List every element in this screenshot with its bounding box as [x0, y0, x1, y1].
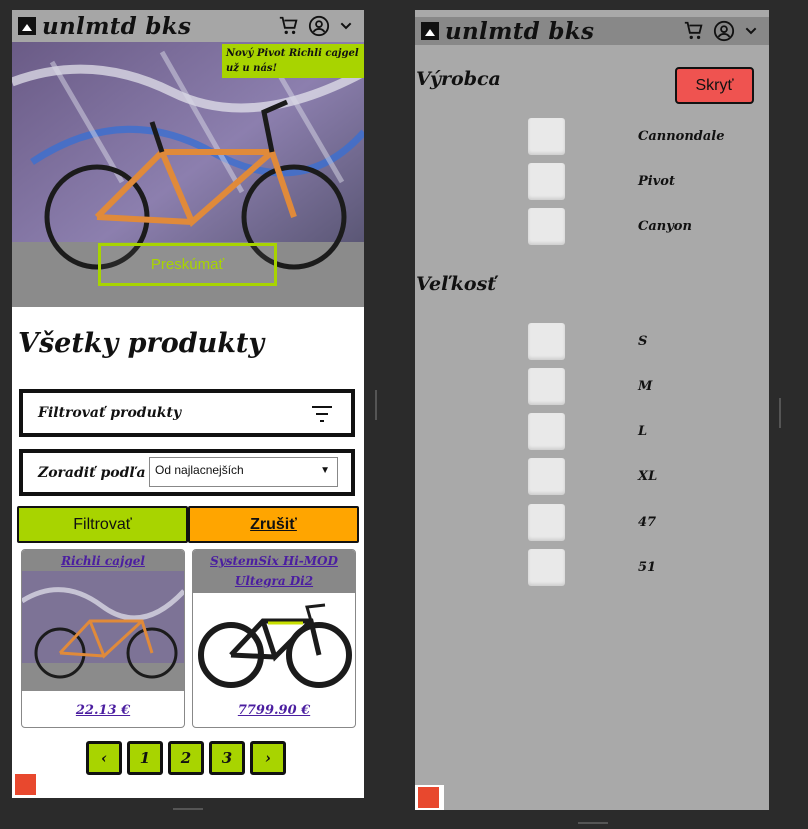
- dropdown-caret-icon: ▼: [320, 465, 330, 476]
- option-label: Pivot: [638, 174, 675, 189]
- logo-icon[interactable]: [421, 22, 439, 40]
- product-title[interactable]: Richli cajgel: [22, 550, 184, 571]
- header: unlmtd bks: [415, 17, 769, 45]
- product-card[interactable]: SystemSix Hi-MOD Ultegra Di2 7799.90 €: [192, 549, 356, 728]
- filter-panel: unlmtd bks Výrobca Skryť Cannondale Pivo…: [415, 10, 769, 810]
- product-image[interactable]: [22, 571, 184, 691]
- chevron-down-icon[interactable]: [743, 23, 759, 39]
- pagination-prev[interactable]: ‹: [86, 741, 122, 775]
- chevron-down-icon[interactable]: [338, 18, 354, 34]
- manufacturer-heading: Výrobca: [416, 68, 501, 90]
- browser-extension-icon[interactable]: [12, 772, 41, 798]
- product-title[interactable]: SystemSix Hi-MOD Ultegra Di2: [193, 550, 355, 593]
- product-card[interactable]: Richli cajgel 22.13 €: [21, 549, 185, 728]
- left-panel: unlmtd bks Nový Pivot Richli cajgel už u…: [12, 10, 364, 798]
- checkbox-size-xl[interactable]: [528, 458, 565, 495]
- sort-box: Zoradiť podľa Od najlacnejších ▼: [19, 449, 355, 496]
- brand-name[interactable]: unlmtd bks: [42, 13, 191, 40]
- size-heading: Veľkosť: [416, 273, 497, 295]
- pagination-page-1[interactable]: 1: [127, 741, 163, 775]
- checkbox-size-l[interactable]: [528, 413, 565, 450]
- option-label: XL: [638, 469, 658, 484]
- pagination-page-3[interactable]: 3: [209, 741, 245, 775]
- checkbox-canyon[interactable]: [528, 208, 565, 245]
- product-price[interactable]: 22.13 €: [22, 703, 184, 718]
- logo-icon[interactable]: [18, 17, 36, 35]
- pagination-page-2[interactable]: 2: [168, 741, 204, 775]
- sort-select[interactable]: Od najlacnejších ▼: [149, 457, 338, 487]
- option-label: Cannondale: [638, 129, 725, 144]
- resize-handle[interactable]: [375, 390, 377, 420]
- account-icon[interactable]: [308, 15, 330, 37]
- resize-handle[interactable]: [779, 398, 781, 428]
- resize-handle[interactable]: [578, 822, 608, 824]
- hide-filters-button[interactable]: Skryť: [675, 67, 754, 104]
- product-image[interactable]: [193, 593, 355, 691]
- checkbox-pivot[interactable]: [528, 163, 565, 200]
- checkbox-size-47[interactable]: [528, 504, 565, 541]
- cart-icon[interactable]: [683, 20, 705, 42]
- option-label: Canyon: [638, 219, 692, 234]
- hero-banner: Nový Pivot Richli cajgel už u nás! Presk…: [12, 42, 364, 307]
- resize-handle[interactable]: [173, 808, 203, 810]
- checkbox-size-m[interactable]: [528, 368, 565, 405]
- pagination: ‹ 1 2 3 ›: [86, 741, 286, 775]
- header: unlmtd bks: [12, 10, 364, 42]
- hero-announcement[interactable]: Nový Pivot Richli cajgel už u nás!: [222, 44, 364, 78]
- checkbox-size-51[interactable]: [528, 549, 565, 586]
- cancel-button[interactable]: Zrušiť: [188, 506, 359, 543]
- filter-button[interactable]: Filtrovať: [17, 506, 188, 543]
- option-label: S: [638, 334, 648, 349]
- checkbox-size-s[interactable]: [528, 323, 565, 360]
- option-label: 51: [638, 560, 657, 575]
- account-icon[interactable]: [713, 20, 735, 42]
- sort-select-value: Od najlacnejších: [155, 463, 244, 477]
- checkbox-cannondale[interactable]: [528, 118, 565, 155]
- explore-button[interactable]: Preskúmať: [98, 243, 277, 286]
- filter-icon[interactable]: [311, 405, 333, 423]
- option-label: 47: [638, 515, 657, 530]
- option-label: M: [638, 379, 653, 394]
- sort-label: Zoradiť podľa: [38, 464, 146, 481]
- cart-icon[interactable]: [278, 15, 300, 37]
- pagination-next[interactable]: ›: [250, 741, 286, 775]
- brand-name[interactable]: unlmtd bks: [445, 18, 594, 45]
- browser-extension-icon[interactable]: [415, 785, 444, 810]
- option-label: L: [638, 424, 648, 439]
- product-price[interactable]: 7799.90 €: [193, 703, 355, 718]
- filter-products-label: Filtrovať produkty: [38, 405, 182, 421]
- filter-products-toggle[interactable]: Filtrovať produkty: [19, 389, 355, 437]
- page-title: Všetky produkty: [18, 328, 265, 359]
